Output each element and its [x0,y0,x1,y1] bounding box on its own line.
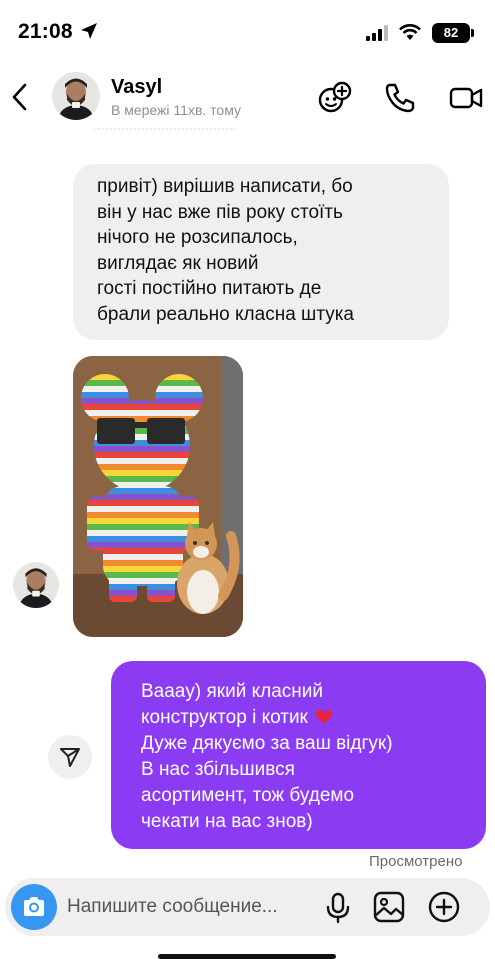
message-line: нічого не розсипалось, [97,227,298,248]
status-time: 21:08 [18,20,73,43]
message-line: В нас збільшився [141,759,295,780]
message-input[interactable] [67,894,315,920]
message-line: асортимент, тож будемо [141,785,355,806]
message-line: він у нас вже пів року стоїть [97,201,343,223]
effects-icon [318,81,352,113]
cellular-signal-icon [366,25,388,41]
paper-plane-icon [60,748,80,767]
call-button[interactable] [382,80,418,116]
contact-name[interactable]: Vasyl [111,76,162,99]
chat-header: Vasyl В мережі 11хв. тому [0,66,495,128]
home-indicator[interactable] [158,954,336,959]
location-arrow-icon [81,23,97,39]
add-content-button[interactable] [425,888,463,926]
photo-image [73,356,243,637]
video-call-button[interactable] [448,80,484,116]
wifi-icon [399,24,421,40]
phone-icon [385,83,415,113]
effects-button[interactable] [317,80,353,116]
battery-icon: 82 [432,23,470,43]
video-icon [449,87,483,109]
incoming-photo[interactable] [73,356,243,637]
heart-emoji-icon [315,709,333,724]
message-line: виглядає як новий [97,252,259,274]
gallery-button[interactable] [370,888,408,926]
add-icon [428,891,460,923]
message-line: чекати на вас знов) [141,811,313,832]
battery-tip [471,29,474,37]
camera-icon [24,897,44,916]
sender-avatar[interactable] [13,562,59,608]
avatar-image [52,72,100,120]
message-line: привіт) вирішив написати, бо [97,176,353,197]
avatar-image [13,562,59,608]
seen-status: Просмотрено [369,853,463,870]
share-button[interactable] [48,735,92,779]
status-bar: 21:08 82 [0,0,495,66]
gallery-icon [373,891,405,923]
contact-status: В мережі 11хв. тому [111,102,241,118]
microphone-icon [326,892,350,924]
message-line: Ваааy) який класний [141,681,323,702]
incoming-message[interactable]: привіт) вирішив написати, бо він у нас в… [73,164,449,340]
message-line: гості постійно питають де [97,278,322,299]
message-line: Дуже дякуємо за ваш відгук) [141,733,393,754]
divider [95,128,235,134]
back-icon[interactable] [8,82,30,112]
message-line-text: конструктор і котик [141,707,308,728]
message-composer [5,878,490,936]
outgoing-message[interactable]: Ваааy) який класний конструктор і котик … [111,661,486,849]
message-line: конструктор і котик [141,705,456,731]
message-line: брали реально класна штука [97,303,354,325]
voice-message-button[interactable] [319,888,357,926]
camera-button[interactable] [11,884,57,930]
avatar[interactable] [52,72,100,120]
